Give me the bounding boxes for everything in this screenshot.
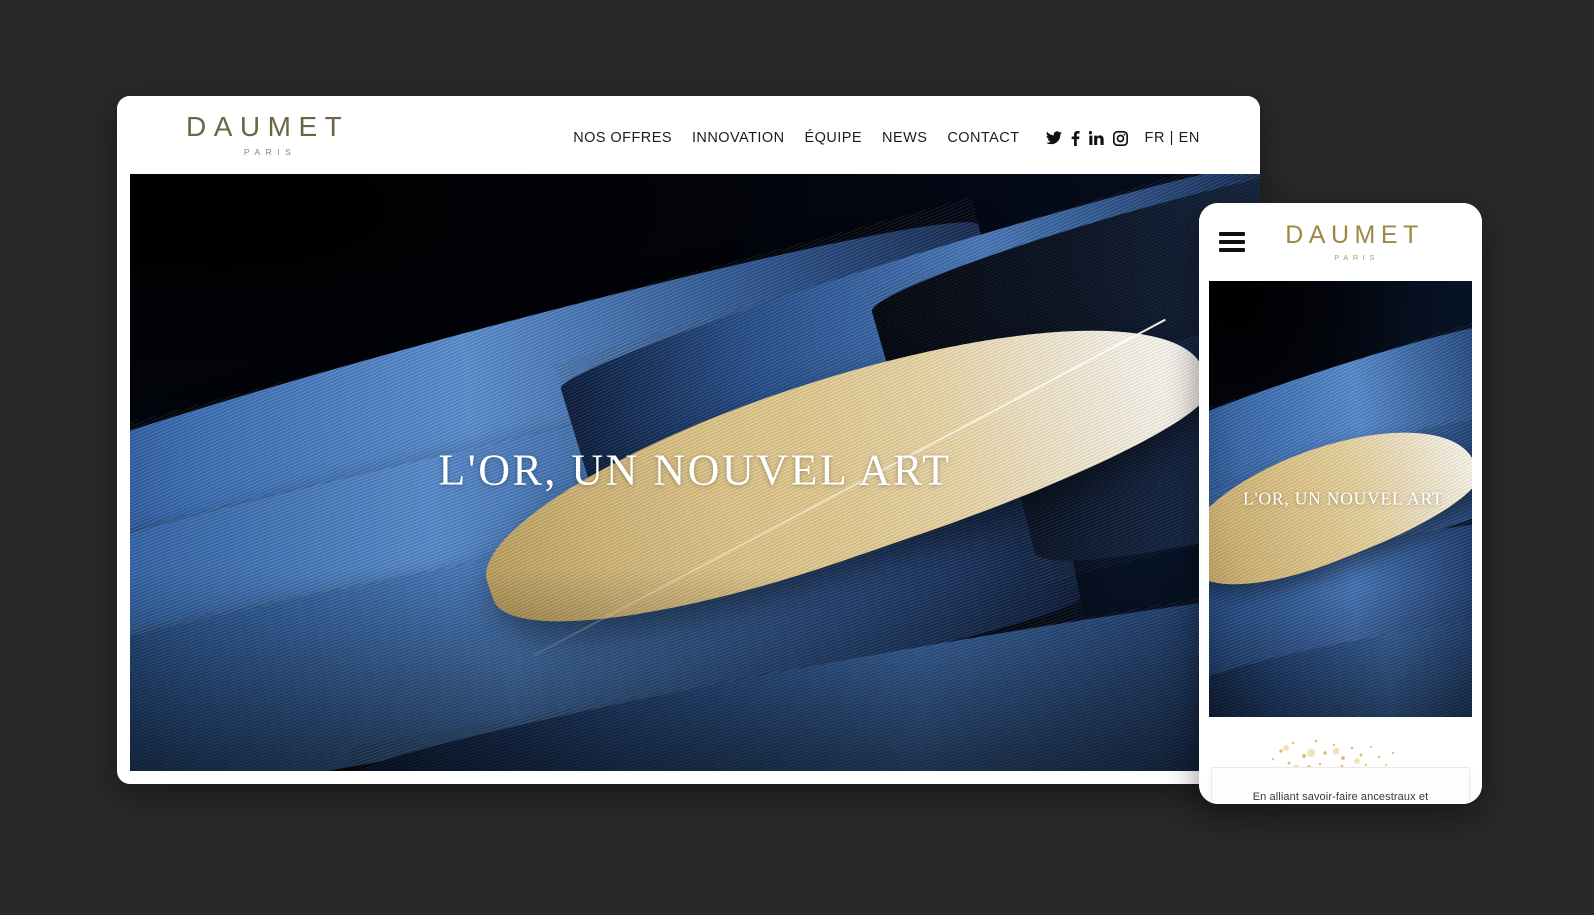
desktop-browser-window: DAUMET PARIS NOS OFFRES INNOVATION ÉQUIP… [117,96,1260,784]
mobile-logo[interactable]: DAUMET PARIS [1285,220,1442,262]
nav-item-contact[interactable]: CONTACT [937,130,1029,146]
desktop-site-header: DAUMET PARIS NOS OFFRES INNOVATION ÉQUIP… [117,96,1260,174]
desktop-navigation: NOS OFFRES INNOVATION ÉQUIPE NEWS CONTAC… [563,124,1200,146]
mobile-intro-card: En alliant savoir-faire ancestraux et [1211,767,1470,804]
mobile-logo-wordmark: DAUMET [1285,220,1424,249]
facebook-icon[interactable] [1071,130,1080,146]
language-switcher[interactable]: FR | EN [1145,130,1201,146]
hero-title: L'OR, UN NOUVEL ART [438,444,952,494]
mobile-hero-title: L'OR, UN NOUVEL ART [1243,488,1444,509]
desktop-logo[interactable]: DAUMET PARIS [186,113,349,157]
logo-wordmark: DAUMET [186,111,350,143]
logo-subtitle: PARIS [243,147,297,158]
mobile-intro-text: En alliant savoir-faire ancestraux et [1252,791,1429,803]
hamburger-menu-icon[interactable] [1219,228,1245,256]
instagram-icon[interactable] [1112,130,1128,146]
twitter-icon[interactable] [1045,131,1062,145]
mobile-intro-section: En alliant savoir-faire ancestraux et [1199,717,1482,804]
mobile-hero: L'OR, UN NOUVEL ART [1209,281,1472,717]
linkedin-icon[interactable] [1088,131,1104,145]
nav-item-news[interactable]: NEWS [872,130,937,146]
feather-photo: L'OR, UN NOUVEL ART [130,174,1260,771]
nav-item-equipe[interactable]: ÉQUIPE [795,130,873,146]
desktop-hero: L'OR, UN NOUVEL ART [130,174,1260,771]
social-links [1045,130,1128,146]
nav-item-nos-offres[interactable]: NOS OFFRES [563,130,682,146]
mobile-device-frame: DAUMET PARIS L'OR, UN NOUVEL ART En alli… [1199,203,1482,804]
mobile-site-header: DAUMET PARIS [1199,203,1482,281]
nav-item-innovation[interactable]: INNOVATION [682,130,795,146]
scene: DAUMET PARIS NOS OFFRES INNOVATION ÉQUIP… [0,0,1594,915]
mobile-logo-subtitle: PARIS [1334,252,1379,262]
